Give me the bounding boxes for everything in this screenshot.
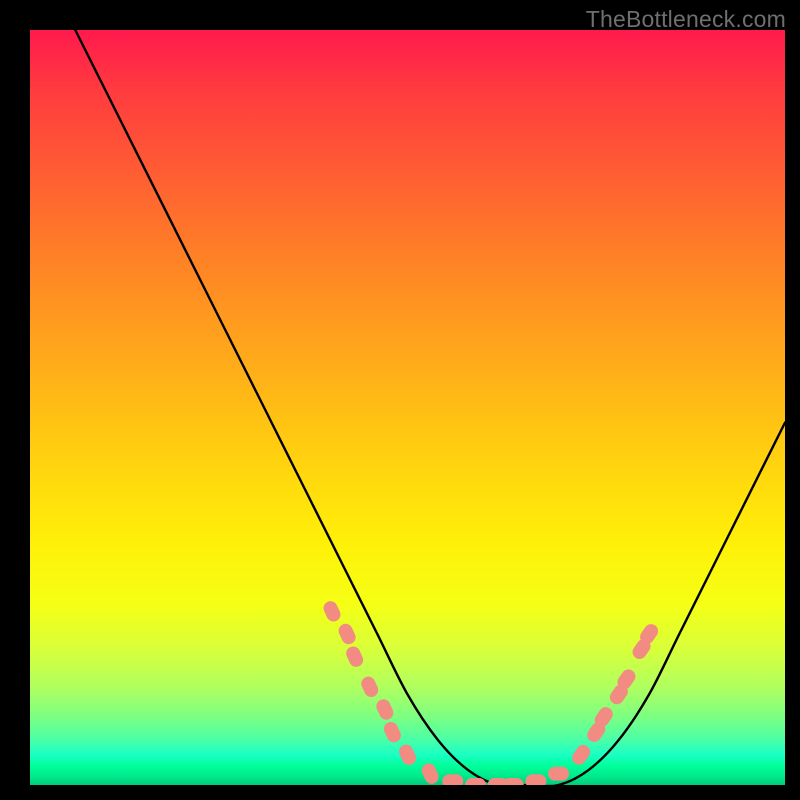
chart-frame: TheBottleneck.com xyxy=(0,0,800,800)
watermark-text: TheBottleneck.com xyxy=(586,6,786,32)
gradient-background xyxy=(30,30,785,785)
watermark: TheBottleneck.com xyxy=(586,6,786,33)
plot-area xyxy=(30,30,785,785)
